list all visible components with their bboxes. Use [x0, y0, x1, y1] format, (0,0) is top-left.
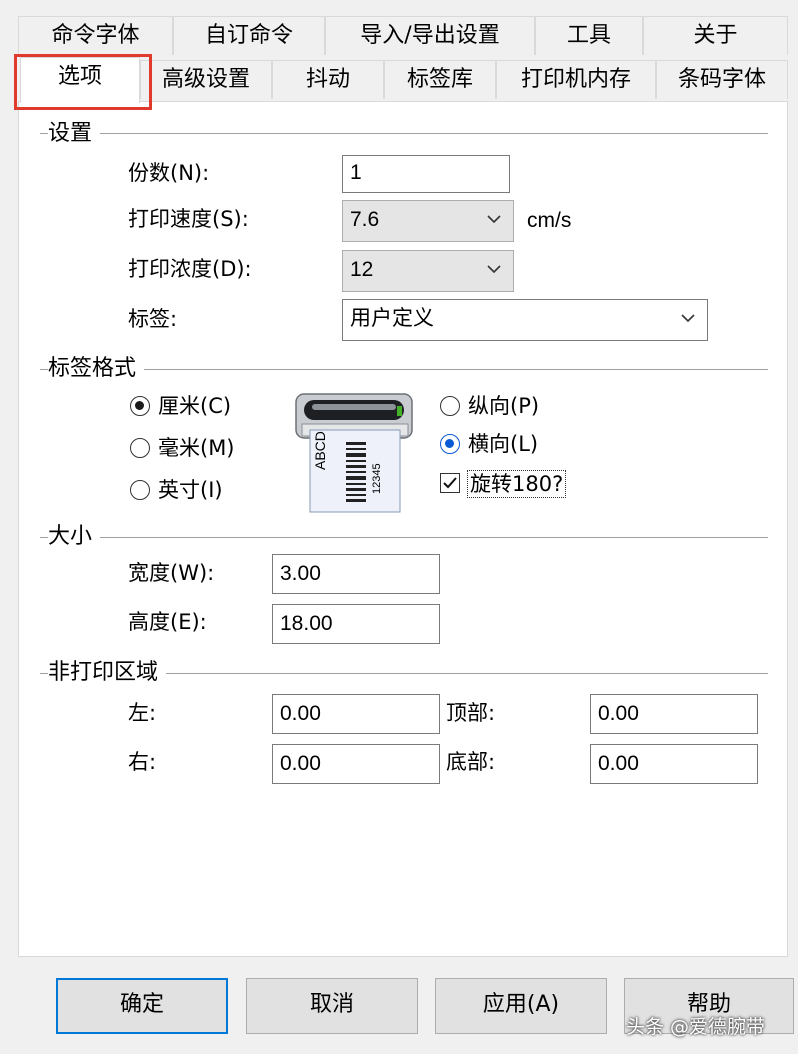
- chevron-down-icon: [681, 314, 695, 323]
- landscape-radio[interactable]: [440, 434, 460, 454]
- tab-about[interactable]: 关于: [643, 16, 788, 55]
- right-margin-input[interactable]: 0.00: [272, 744, 440, 784]
- tab-label-library[interactable]: 标签库: [384, 60, 496, 99]
- tab-tools[interactable]: 工具: [535, 16, 643, 55]
- darkness-select[interactable]: 12: [342, 250, 514, 292]
- height-input[interactable]: 18.00: [272, 604, 440, 644]
- tab-barcode-font[interactable]: 条码字体: [656, 60, 788, 99]
- settings-group-title: 设置: [48, 120, 101, 148]
- bottom-margin-label: 底部:: [446, 750, 496, 774]
- speed-label: 打印速度(S):: [128, 207, 249, 231]
- left-margin-input[interactable]: 0.00: [272, 694, 440, 734]
- size-group-line: [40, 537, 768, 538]
- tab-custom-command[interactable]: 自订命令: [173, 16, 325, 55]
- size-group-title: 大小: [48, 523, 101, 551]
- portrait-label: 纵向(P): [468, 394, 540, 418]
- label-type-select-value: 用户定义: [350, 307, 434, 330]
- apply-button[interactable]: 应用(A): [435, 978, 607, 1034]
- rotate-checkbox[interactable]: [440, 473, 460, 493]
- tab-printer-memory[interactable]: 打印机内存: [496, 60, 656, 99]
- tab-command-font[interactable]: 命令字体: [18, 16, 173, 55]
- chevron-down-icon: [487, 265, 501, 274]
- non-print-group-title: 非打印区域: [48, 659, 167, 687]
- height-label: 高度(E):: [128, 610, 207, 634]
- width-label: 宽度(W):: [128, 561, 215, 585]
- settings-group-line: [40, 133, 768, 134]
- preview-barcode-number: 12345: [371, 463, 383, 494]
- selected-tab-highlight: [14, 54, 152, 110]
- checkmark-icon: [443, 477, 457, 489]
- label-format-group-title: 标签格式: [48, 355, 145, 383]
- label-type-label: 标签:: [128, 307, 178, 331]
- ok-button[interactable]: 确定: [56, 978, 228, 1034]
- portrait-radio[interactable]: [440, 396, 460, 416]
- unit-inch-label: 英寸(I): [158, 478, 223, 502]
- unit-mm-label: 毫米(M): [158, 436, 235, 460]
- preview-label-text: ABCD: [312, 431, 328, 470]
- rotate-label: 旋转180?: [467, 470, 567, 498]
- unit-mm-radio[interactable]: [130, 438, 150, 458]
- watermark-text: 头条 @爱德腕带: [626, 1016, 766, 1038]
- width-input[interactable]: 3.00: [272, 554, 440, 594]
- darkness-select-value: 12: [350, 258, 374, 281]
- unit-cm-radio[interactable]: [130, 396, 150, 416]
- tab-dither[interactable]: 抖动: [272, 60, 384, 99]
- top-margin-input[interactable]: 0.00: [590, 694, 758, 734]
- unit-cm-label: 厘米(C): [158, 394, 232, 418]
- copies-input[interactable]: 1: [342, 155, 510, 193]
- landscape-label: 横向(L): [468, 432, 539, 456]
- tab-highlevel[interactable]: 高级设置: [140, 60, 272, 99]
- speed-select-value: 7.6: [350, 208, 380, 231]
- chevron-down-icon: [487, 215, 501, 224]
- speed-unit: cm/s: [527, 209, 572, 232]
- bottom-margin-input[interactable]: 0.00: [590, 744, 758, 784]
- right-margin-label: 右:: [128, 750, 157, 774]
- barcode-icon: [346, 442, 366, 502]
- label-format-group-line: [40, 369, 768, 370]
- label-type-select[interactable]: 用户定义: [342, 299, 708, 341]
- speed-select[interactable]: 7.6: [342, 200, 514, 242]
- left-margin-label: 左:: [128, 701, 157, 725]
- tab-import-export[interactable]: 导入/导出设置: [325, 16, 535, 55]
- unit-inch-radio[interactable]: [130, 480, 150, 500]
- top-margin-label: 顶部:: [446, 701, 496, 725]
- copies-label: 份数(N):: [128, 161, 210, 185]
- cancel-button[interactable]: 取消: [246, 978, 418, 1034]
- darkness-label: 打印浓度(D):: [128, 257, 252, 281]
